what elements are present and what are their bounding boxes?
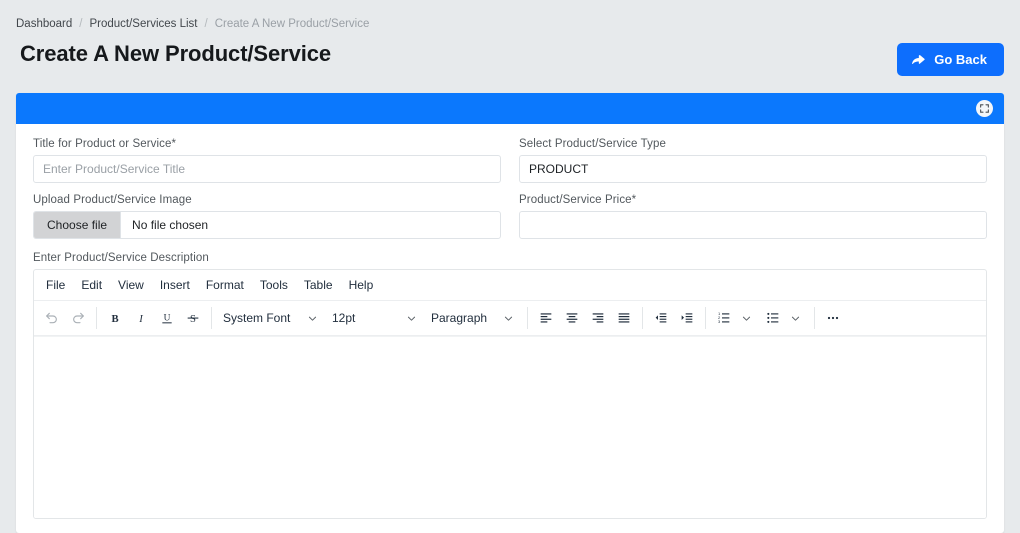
underline-button[interactable]: U — [154, 306, 180, 330]
undo-icon[interactable] — [39, 306, 65, 330]
italic-button[interactable]: I — [128, 306, 154, 330]
editor-menubar: File Edit View Insert Format Tools Table… — [34, 270, 986, 301]
editor-content-area[interactable] — [34, 336, 986, 518]
chevron-down-icon — [402, 313, 425, 324]
svg-text:I: I — [138, 314, 143, 325]
chevron-down-icon[interactable] — [786, 313, 809, 324]
font-size-value: 12pt — [332, 311, 356, 325]
block-format-value: Paragraph — [431, 311, 488, 325]
menu-insert[interactable]: Insert — [152, 275, 198, 295]
strikethrough-button[interactable]: S — [180, 306, 206, 330]
rich-text-editor: File Edit View Insert Format Tools Table… — [33, 269, 987, 519]
form-row-2: Upload Product/Service Image Choose file… — [33, 194, 987, 239]
breadcrumb-item-dashboard[interactable]: Dashboard — [16, 18, 72, 30]
description-label: Enter Product/Service Description — [33, 252, 209, 264]
font-family-value: System Font — [223, 311, 291, 325]
card-banner — [16, 93, 1004, 124]
bullet-list-icon[interactable] — [760, 306, 786, 330]
menu-table[interactable]: Table — [296, 275, 341, 295]
toolbar-separator — [96, 307, 97, 329]
font-size-select[interactable]: 12pt — [326, 306, 425, 330]
svg-text:U: U — [164, 314, 171, 324]
toolbar-separator — [642, 307, 643, 329]
go-back-label: Go Back — [934, 52, 987, 67]
align-justify-icon[interactable] — [611, 306, 637, 330]
breadcrumb-separator: / — [79, 18, 83, 30]
menu-format[interactable]: Format — [198, 275, 252, 295]
text-style-group: B I U S — [102, 306, 206, 330]
breadcrumb-item-product-services-list[interactable]: Product/Services List — [89, 18, 197, 30]
type-field-group: Select Product/Service Type PRODUCT — [519, 138, 987, 183]
go-back-button[interactable]: Go Back — [897, 43, 1004, 76]
editor-toolbar: B I U S System Font 12pt Paragraph 1 2 3 — [34, 301, 986, 336]
page-title: Create A New Product/Service — [20, 41, 332, 66]
breadcrumb: Dashboard / Product/Services List / Crea… — [16, 18, 369, 30]
font-family-select[interactable]: System Font — [217, 306, 326, 330]
numbered-list-icon[interactable]: 1 2 3 — [711, 306, 737, 330]
chevron-down-icon — [499, 313, 522, 324]
menu-view[interactable]: View — [110, 275, 152, 295]
title-field-label: Title for Product or Service* — [33, 138, 177, 150]
toolbar-separator — [527, 307, 528, 329]
form-card: Title for Product or Service* Select Pro… — [16, 93, 1004, 533]
breadcrumb-item-current: Create A New Product/Service — [214, 18, 370, 30]
block-format-select[interactable]: Paragraph — [425, 306, 522, 330]
image-field-label: Upload Product/Service Image — [33, 194, 192, 206]
form-row-1: Title for Product or Service* Select Pro… — [33, 138, 987, 183]
image-field-group: Upload Product/Service Image Choose file… — [33, 194, 501, 239]
file-status-label: No file chosen — [132, 218, 209, 232]
chevron-down-icon — [303, 313, 326, 324]
toolbar-separator — [814, 307, 815, 329]
title-field-group: Title for Product or Service* — [33, 138, 501, 183]
menu-edit[interactable]: Edit — [73, 275, 110, 295]
more-toolbar-items-icon[interactable] — [820, 306, 846, 330]
svg-text:B: B — [111, 314, 118, 325]
price-field-group: Product/Service Price* — [519, 194, 987, 239]
title-input[interactable] — [33, 155, 501, 183]
image-file-input[interactable]: Choose file No file chosen — [33, 211, 501, 239]
chevron-down-icon[interactable] — [737, 313, 760, 324]
product-type-select[interactable]: PRODUCT — [519, 155, 987, 183]
svg-text:S: S — [190, 314, 196, 325]
price-input[interactable] — [519, 211, 987, 239]
toolbar-separator — [705, 307, 706, 329]
bold-button[interactable]: B — [102, 306, 128, 330]
product-type-value: PRODUCT — [529, 162, 589, 176]
menu-tools[interactable]: Tools — [252, 275, 296, 295]
type-field-label: Select Product/Service Type — [519, 138, 666, 150]
indent-group — [648, 306, 700, 330]
breadcrumb-separator: / — [204, 18, 208, 30]
toolbar-separator — [211, 307, 212, 329]
arrow-right-curved-icon — [911, 52, 926, 67]
align-center-icon[interactable] — [559, 306, 585, 330]
row-spacer — [33, 183, 987, 194]
svg-text:3: 3 — [718, 319, 721, 324]
menu-help[interactable]: Help — [341, 275, 382, 295]
menu-file[interactable]: File — [38, 275, 73, 295]
history-group — [39, 306, 91, 330]
alignment-group — [533, 306, 637, 330]
card-body: Title for Product or Service* Select Pro… — [16, 124, 1004, 519]
outdent-icon[interactable] — [648, 306, 674, 330]
redo-icon[interactable] — [65, 306, 91, 330]
fullscreen-expand-icon[interactable] — [976, 100, 993, 117]
price-field-label: Product/Service Price* — [519, 194, 637, 206]
choose-file-button[interactable]: Choose file — [34, 212, 122, 238]
align-right-icon[interactable] — [585, 306, 611, 330]
list-group: 1 2 3 — [711, 306, 809, 330]
indent-icon[interactable] — [674, 306, 700, 330]
align-left-icon[interactable] — [533, 306, 559, 330]
